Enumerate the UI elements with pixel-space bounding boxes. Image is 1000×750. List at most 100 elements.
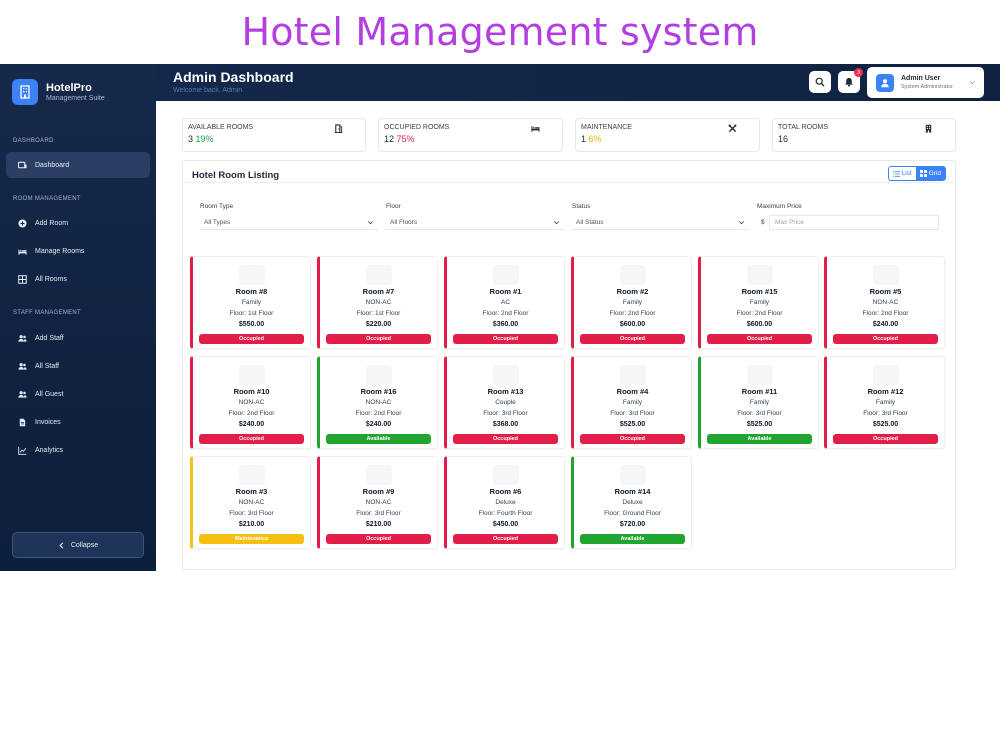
sidebar-item-all-guest[interactable]: All Guest [6, 381, 150, 407]
room-name: Room #11 [741, 387, 778, 396]
room-image [619, 365, 646, 385]
room-status-badge: Maintenance [199, 534, 304, 544]
room-card[interactable]: Room #11 Family Floor: 3rd Floor $525.00 Ava… [698, 356, 819, 449]
users-icon [18, 362, 27, 371]
room-card[interactable]: Room #14 Deluxe Floor: Ground Floor $720.00… [571, 456, 692, 549]
list-view-button[interactable]: List [888, 167, 916, 180]
room-type: Family [241, 299, 262, 306]
grid-view-button[interactable]: Grid [915, 167, 945, 180]
list-icon [892, 170, 900, 177]
room-type: Family [622, 399, 643, 406]
room-type: Deluxe [495, 499, 516, 506]
brand[interactable]: HotelPro Management Suite [12, 79, 105, 105]
floor-select[interactable]: All Floors [386, 215, 564, 230]
stat-value: 1 [581, 134, 587, 144]
room-type: Family [875, 399, 896, 406]
sidebar-item-analytics[interactable]: Analytics [6, 437, 150, 463]
collapse-button[interactable]: Collapse [12, 532, 144, 558]
room-price: $240.00 [365, 421, 392, 428]
chevron-down-icon [554, 220, 559, 224]
sidebar-item-all-rooms[interactable]: All Rooms [6, 266, 150, 292]
users-icon [18, 334, 27, 343]
grid-icon [18, 274, 27, 284]
sidebar-item-manage-rooms[interactable]: Manage Rooms [6, 238, 150, 264]
filter-label: Status [572, 203, 591, 210]
room-price: $600.00 [619, 321, 646, 328]
room-card[interactable]: Room #1 AC Floor: 2nd Floor $360.00 Occupied [444, 256, 565, 349]
room-card[interactable]: Room #6 Deluxe Floor: Fourth Floor $450.00 O… [444, 456, 565, 549]
room-image [492, 365, 519, 385]
room-status-badge: Occupied [453, 534, 558, 544]
room-price: $360.00 [492, 321, 519, 328]
room-status-badge: Available [326, 434, 431, 444]
room-card[interactable]: Room #2 Family Floor: 2nd Floor $600.00 Occu… [571, 256, 692, 349]
bed-icon [531, 126, 540, 132]
room-name: Room #9 [362, 487, 395, 496]
room-card[interactable]: Room #7 NON-AC Floor: 1st Floor $220.00 Occu… [317, 256, 438, 349]
user-menu[interactable]: Admin User System Administrator [867, 67, 984, 98]
grid-icon [919, 170, 927, 177]
bell-icon [845, 78, 853, 87]
list-view-label: List [901, 170, 912, 177]
bed-icon [18, 247, 27, 256]
room-type: Family [749, 399, 770, 406]
room-image [746, 265, 773, 285]
room-card[interactable]: Room #16 NON-AC Floor: 2nd Floor $240.00 Ava… [317, 356, 438, 449]
sidebar-item-add-room[interactable]: Add Room [6, 210, 150, 236]
room-floor: Floor: 3rd Floor [737, 410, 782, 417]
brand-name: HotelPro [46, 82, 92, 94]
room-name: Room #6 [489, 487, 522, 496]
room-type: NON-AC [365, 499, 392, 506]
max-price-input[interactable]: Max Price [769, 215, 939, 230]
room-type: Couple [495, 399, 516, 406]
search-button[interactable] [809, 71, 831, 93]
stat-card-total: TOTAL ROOMS 16 [772, 118, 956, 152]
status-select[interactable]: All Status [572, 215, 749, 230]
hotel-logo-icon [12, 79, 38, 105]
filter-floor: Floor All Floors [386, 203, 564, 230]
room-price: $210.00 [365, 521, 392, 528]
sidebar-item-invoices[interactable]: Invoices [6, 409, 150, 435]
collapse-label: Collapse [70, 541, 99, 549]
stat-card-maintenance: MAINTENANCE 1 6% [575, 118, 760, 152]
room-card[interactable]: Room #8 Family Floor: 1st Floor $550.00 Occu… [190, 256, 311, 349]
room-status-badge: Occupied [580, 334, 685, 344]
chevron-down-icon [970, 81, 975, 85]
room-price: $450.00 [492, 521, 519, 528]
tools-icon [728, 124, 737, 133]
room-status-badge: Occupied [326, 334, 431, 344]
room-price: $600.00 [746, 321, 773, 328]
sidebar-item-dashboard[interactable]: Dashboard [6, 152, 150, 178]
room-floor: Floor: 3rd Floor [229, 510, 274, 517]
room-image [365, 265, 392, 285]
room-card[interactable]: Room #12 Family Floor: 3rd Floor $525.00 Occ… [824, 356, 945, 449]
room-card[interactable]: Room #15 Family Floor: 2nd Floor $600.00 Occ… [698, 256, 819, 349]
room-type-select[interactable]: All Types [200, 215, 378, 230]
search-icon [815, 77, 825, 87]
sidebar-item-label: All Rooms [35, 275, 67, 283]
room-floor: Floor: Ground Floor [604, 510, 661, 517]
room-type: NON-AC [365, 299, 392, 306]
brand-subtitle: Management Suite [46, 95, 105, 102]
room-card[interactable]: Room #3 NON-AC Floor: 3rd Floor $210.00 Main… [190, 456, 311, 549]
room-floor: Floor: 3rd Floor [863, 410, 908, 417]
sidebar-item-add-staff[interactable]: Add Staff [6, 325, 150, 351]
sidebar-item-all-staff[interactable]: All Staff [6, 353, 150, 379]
notifications-button[interactable]: 3 [838, 68, 863, 93]
room-card[interactable]: Room #4 Family Floor: 3rd Floor $525.00 Occu… [571, 356, 692, 449]
grid-view-label: Grid [928, 170, 941, 177]
user-name: Admin User [901, 75, 941, 82]
chart-line-icon [18, 446, 27, 455]
room-floor: Floor: 2nd Floor [482, 310, 529, 317]
room-name: Room #2 [616, 287, 649, 296]
room-card[interactable]: Room #13 Couple Floor: 3rd Floor $368.00 Occ… [444, 356, 565, 449]
room-card[interactable]: Room #5 NON-AC Floor: 2nd Floor $240.00 Occu… [824, 256, 945, 349]
room-card[interactable]: Room #9 NON-AC Floor: 3rd Floor $210.00 Occu… [317, 456, 438, 549]
sidebar-item-label: All Guest [35, 390, 64, 398]
room-card[interactable]: Room #10 NON-AC Floor: 2nd Floor $240.00 Occ… [190, 356, 311, 449]
building-icon [925, 124, 932, 133]
room-name: Room #4 [616, 387, 649, 396]
room-image [238, 365, 265, 385]
stat-value: 3 [188, 134, 194, 144]
stat-value: 12 [384, 134, 395, 144]
